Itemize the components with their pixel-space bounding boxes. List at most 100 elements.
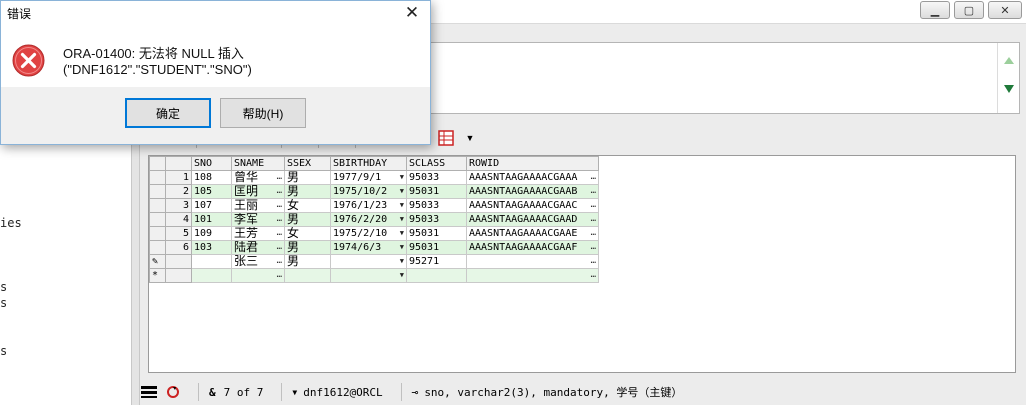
maximize-button[interactable]: ▢ — [954, 1, 984, 19]
cell-sname[interactable]: 匡明… — [231, 184, 285, 199]
connection-dropdown[interactable]: ▼ dnf1612@ORCL — [292, 386, 382, 399]
cell-rowid[interactable]: AAASNTAAGAAAACGAAA… — [466, 170, 599, 185]
cell-sname[interactable]: 王芳… — [231, 226, 285, 241]
dialog-titlebar[interactable]: 错误 ✕ — [1, 1, 430, 25]
cell-ssex[interactable]: 女 — [284, 198, 331, 213]
ellipsis-button[interactable]: … — [277, 256, 282, 268]
cell-sclass[interactable]: 95031 — [406, 184, 467, 199]
cell-sno[interactable]: 103 — [191, 240, 232, 255]
ellipsis-button[interactable]: … — [591, 242, 596, 254]
cell-sbirthday[interactable]: 1974/6/3 ▼ — [330, 240, 407, 255]
cell-sclass[interactable]: 95031 — [406, 226, 467, 241]
cell-sbirthday[interactable]: 1976/1/23 ▼ — [330, 198, 407, 213]
grid-mode-icon[interactable] — [140, 385, 158, 399]
column-header-sno[interactable]: SNO — [191, 156, 232, 171]
cell-ssex[interactable]: 男 — [284, 184, 331, 199]
table-row[interactable]: 4 101 李军 … 男 1976/2/20 ▼ 95033 AAASNTAAGAA… — [149, 212, 599, 227]
cell-sbirthday[interactable]: 1977/9/1 ▼ — [330, 170, 407, 185]
next-arrow-icon[interactable] — [1004, 85, 1014, 93]
minimize-button[interactable]: ▁ — [920, 1, 950, 19]
cell-sno[interactable]: 101 — [191, 212, 232, 227]
ellipsis-button[interactable]: … — [277, 228, 282, 240]
cell-rowid[interactable]: … — [466, 254, 599, 269]
new-row[interactable]: * … ▼ … — [149, 268, 599, 283]
tree-item-fragment[interactable]: s — [0, 344, 7, 358]
cell-ssex[interactable]: 女 — [284, 226, 331, 241]
chevron-down-icon[interactable]: ▼ — [460, 127, 480, 149]
close-window-button[interactable]: ✕ — [988, 1, 1022, 19]
refresh-icon[interactable] — [166, 385, 180, 399]
date-dropdown-icon[interactable]: ▼ — [400, 256, 404, 268]
cell-sbirthday[interactable]: 1975/2/10 ▼ — [330, 226, 407, 241]
cell-sname[interactable]: 王丽… — [231, 198, 285, 213]
date-dropdown-icon[interactable]: ▼ — [400, 200, 404, 212]
ellipsis-button[interactable]: … — [591, 214, 596, 226]
cell-ssex[interactable]: 男 — [284, 170, 331, 185]
cell-sclass[interactable]: 95033 — [406, 212, 467, 227]
cell-sbirthday[interactable]: 1975/10/2 ▼ — [330, 184, 407, 199]
column-header-sname[interactable]: SNAME — [231, 156, 285, 171]
cell-sno[interactable] — [191, 268, 232, 283]
ok-button[interactable]: 确定 — [125, 98, 211, 128]
date-dropdown-icon[interactable]: ▼ — [400, 214, 404, 226]
tree-item-fragment[interactable]: s — [0, 296, 7, 310]
ellipsis-button[interactable]: … — [277, 214, 282, 226]
cell-rowid[interactable]: … — [466, 268, 599, 283]
ellipsis-button[interactable]: … — [277, 200, 282, 212]
cell-sno[interactable]: 105 — [191, 184, 232, 199]
column-header-sclass[interactable]: SCLASS — [406, 156, 467, 171]
cell-sname[interactable]: … — [231, 268, 285, 283]
cell-sclass[interactable]: 95033 — [406, 170, 467, 185]
date-dropdown-icon[interactable]: ▼ — [400, 228, 404, 240]
ellipsis-button[interactable]: … — [277, 186, 282, 198]
date-dropdown-icon[interactable]: ▼ — [400, 242, 404, 254]
export-grid-icon[interactable] — [436, 127, 456, 149]
cell-sno[interactable]: 109 — [191, 226, 232, 241]
cell-rowid[interactable]: AAASNTAAGAAAACGAAE… — [466, 226, 599, 241]
cell-sno[interactable] — [191, 254, 232, 269]
cell-rowid[interactable]: AAASNTAAGAAAACGAAD… — [466, 212, 599, 227]
cell-sbirthday[interactable]: 1976/2/20 ▼ — [330, 212, 407, 227]
cell-sno[interactable]: 108 — [191, 170, 232, 185]
help-button[interactable]: 帮助(H) — [220, 98, 306, 128]
row-indicator[interactable] — [149, 184, 166, 199]
row-indicator[interactable] — [149, 240, 166, 255]
edit-pencil-icon[interactable]: ✎ — [149, 254, 166, 269]
ellipsis-button[interactable]: … — [591, 186, 596, 198]
cell-rowid[interactable]: AAASNTAAGAAAACGAAF… — [466, 240, 599, 255]
row-indicator[interactable] — [149, 198, 166, 213]
date-dropdown-icon[interactable]: ▼ — [400, 186, 404, 198]
cell-sno[interactable]: 107 — [191, 198, 232, 213]
table-row[interactable]: 5 109 王芳 … 女 1975/2/10 ▼ 95031 AAASNTAAGAA… — [149, 226, 599, 241]
tree-item-fragment[interactable]: ies — [0, 216, 22, 230]
ellipsis-button[interactable]: … — [591, 270, 596, 282]
table-row[interactable]: 6 103 陆君 … 男 1974/6/3 ▼ 95031 AAASNTAAGAAA… — [149, 240, 599, 255]
date-dropdown-icon[interactable]: ▼ — [400, 172, 404, 184]
ellipsis-button[interactable]: … — [591, 200, 596, 212]
ellipsis-button[interactable]: … — [277, 172, 282, 184]
dialog-close-button[interactable]: ✕ — [400, 2, 424, 24]
cell-sname[interactable]: 张三… — [231, 254, 285, 269]
ellipsis-button[interactable]: … — [591, 172, 596, 184]
row-indicator[interactable] — [149, 226, 166, 241]
ellipsis-button[interactable]: … — [591, 228, 596, 240]
tree-item-fragment[interactable]: s — [0, 280, 7, 294]
date-dropdown-icon[interactable]: ▼ — [400, 270, 404, 282]
table-row[interactable]: 1 108 曾华 … 男 1977/9/1 ▼ 95033 AAASNTAAGAAA… — [149, 170, 599, 185]
cell-sclass[interactable]: 95031 — [406, 240, 467, 255]
ellipsis-button[interactable]: … — [591, 256, 596, 268]
cell-sname[interactable]: 李军… — [231, 212, 285, 227]
cell-sname[interactable]: 陆君… — [231, 240, 285, 255]
column-header-rowid[interactable]: ROWID — [466, 156, 599, 171]
cell-ssex[interactable]: 男 — [284, 240, 331, 255]
ellipsis-button[interactable]: … — [277, 242, 282, 254]
cell-sname[interactable]: 曾华… — [231, 170, 285, 185]
table-row[interactable]: 2 105 匡明 … 男 1975/10/2 ▼ 95031 AAASNTAAGAA… — [149, 184, 599, 199]
row-indicator[interactable] — [149, 212, 166, 227]
table-row[interactable]: 3 107 王丽 … 女 1976/1/23 ▼ 95033 AAASNTAAGAA… — [149, 198, 599, 213]
column-header-ssex[interactable]: SSEX — [284, 156, 331, 171]
cell-sclass[interactable] — [406, 268, 467, 283]
new-row-asterisk-icon[interactable]: * — [149, 268, 166, 283]
cell-rowid[interactable]: AAASNTAAGAAAACGAAB… — [466, 184, 599, 199]
editing-row[interactable]: ✎ 张三 … 男 ▼ 95271 … — [149, 254, 599, 269]
